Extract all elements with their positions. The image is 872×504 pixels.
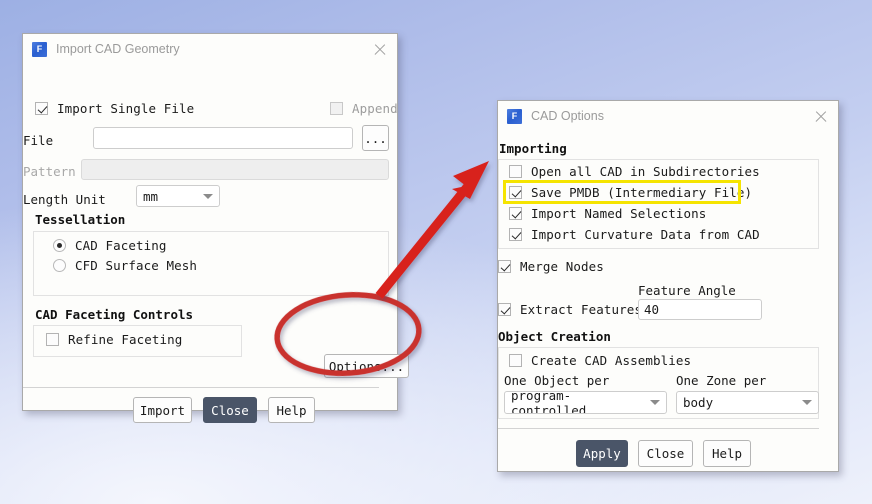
footer-separator	[498, 428, 819, 429]
cad-options-help-button[interactable]: Help	[703, 440, 751, 467]
import-dialog-body: Import Single File Append File ... Patte…	[23, 64, 409, 423]
open-all-cad-in-subdirectories-checkbox[interactable]: Open all CAD in Subdirectories	[509, 164, 760, 179]
length-unit-label: Length Unit	[23, 192, 106, 207]
feature-angle-value: 40	[644, 302, 660, 317]
tessellation-group-title: Tessellation	[35, 212, 126, 227]
checkbox-box	[509, 165, 522, 178]
radio-cad-faceting-label: CAD Faceting	[75, 238, 167, 253]
import-dialog-title: Import CAD Geometry	[56, 42, 180, 56]
import-named-selections-label: Import Named Selections	[531, 206, 707, 221]
pattern-input	[81, 159, 389, 180]
one-object-per-value: program-controlled	[511, 391, 587, 414]
fluent-app-icon: F	[32, 41, 47, 57]
cad-options-body: Importing Open all CAD in Subdirectories…	[498, 131, 838, 472]
merge-nodes-label: Merge Nodes	[520, 259, 604, 274]
file-browse-button[interactable]: ...	[362, 125, 389, 151]
close-button[interactable]: Close	[203, 397, 257, 423]
cad-faceting-controls-title: CAD Faceting Controls	[35, 307, 194, 322]
length-unit-combo[interactable]: mm	[136, 185, 220, 207]
one-object-per-label: One Object per	[504, 373, 610, 388]
append-label: Append	[352, 101, 398, 116]
save-pmdb-checkbox[interactable]: Save PMDB (Intermediary File)	[509, 185, 752, 200]
checkbox-box	[509, 207, 522, 220]
import-single-file-label: Import Single File	[57, 101, 195, 116]
one-object-per-combo[interactable]: program-controlled	[504, 391, 667, 414]
feature-angle-input[interactable]: 40	[638, 299, 762, 320]
merge-nodes-checkbox[interactable]: Merge Nodes	[498, 259, 604, 274]
apply-button[interactable]: Apply	[576, 440, 628, 467]
length-unit-value: mm	[143, 188, 159, 204]
checkbox-box	[509, 186, 522, 199]
one-zone-per-value: body	[683, 395, 714, 410]
extract-features-label: Extract Features	[520, 302, 643, 317]
close-icon[interactable]	[810, 105, 832, 127]
cad-options-close-button[interactable]: Close	[638, 440, 693, 467]
cad-options-title: CAD Options	[531, 109, 604, 123]
import-curvature-data-label: Import Curvature Data from CAD	[531, 227, 760, 242]
import-cad-geometry-dialog: F Import CAD Geometry Import Single File…	[22, 33, 409, 423]
checkbox-box	[498, 303, 511, 316]
radio-button	[53, 259, 66, 272]
radio-cad-faceting[interactable]: CAD Faceting	[53, 238, 167, 253]
extract-features-checkbox[interactable]: Extract Features	[498, 302, 642, 317]
import-named-selections-checkbox[interactable]: Import Named Selections	[509, 206, 706, 221]
chevron-down-icon	[203, 193, 213, 199]
help-button[interactable]: Help	[268, 397, 315, 423]
radio-cfd-surface-mesh[interactable]: CFD Surface Mesh	[53, 258, 197, 273]
save-pmdb-label: Save PMDB (Intermediary File)	[531, 185, 753, 200]
object-creation-group-title: Object Creation	[498, 329, 611, 344]
file-label: File	[23, 133, 54, 148]
import-curvature-data-checkbox[interactable]: Import Curvature Data from CAD	[509, 227, 760, 242]
checkbox-box	[509, 228, 522, 241]
refine-faceting-checkbox[interactable]: Refine Faceting	[46, 332, 182, 347]
create-cad-assemblies-checkbox[interactable]: Create CAD Assemblies	[509, 353, 691, 368]
radio-cfd-surface-mesh-label: CFD Surface Mesh	[75, 258, 198, 273]
checkbox-box	[330, 102, 343, 115]
file-input[interactable]	[93, 127, 353, 149]
checkbox-box	[46, 333, 59, 346]
one-zone-per-label: One Zone per	[676, 373, 767, 388]
checkbox-box	[498, 260, 511, 273]
footer-separator	[23, 387, 379, 388]
chevron-down-icon	[650, 400, 660, 405]
import-dialog-titlebar: F Import CAD Geometry	[23, 34, 397, 64]
close-icon[interactable]	[369, 38, 391, 60]
checkbox-box	[35, 102, 48, 115]
pattern-label: Pattern	[23, 164, 76, 179]
one-zone-per-combo[interactable]: body	[676, 391, 819, 414]
fluent-app-icon: F	[507, 108, 522, 124]
refine-faceting-label: Refine Faceting	[68, 332, 183, 347]
feature-angle-label: Feature Angle	[638, 283, 736, 298]
open-all-cad-in-subdirectories-label: Open all CAD in Subdirectories	[531, 164, 760, 179]
chevron-down-icon	[802, 400, 812, 405]
options-button[interactable]: Options...	[324, 354, 409, 378]
radio-button	[53, 239, 66, 252]
checkbox-box	[509, 354, 522, 367]
screenshot-stage: F Import CAD Geometry Import Single File…	[0, 0, 872, 504]
append-checkbox[interactable]: Append	[330, 101, 398, 116]
import-single-file-checkbox[interactable]: Import Single File	[35, 101, 194, 116]
create-cad-assemblies-label: Create CAD Assemblies	[531, 353, 692, 368]
importing-group-title: Importing	[499, 141, 567, 156]
cad-options-dialog: F CAD Options Importing Open all CAD in …	[497, 100, 839, 472]
import-button[interactable]: Import	[133, 397, 192, 423]
cad-options-titlebar: F CAD Options	[498, 101, 838, 131]
